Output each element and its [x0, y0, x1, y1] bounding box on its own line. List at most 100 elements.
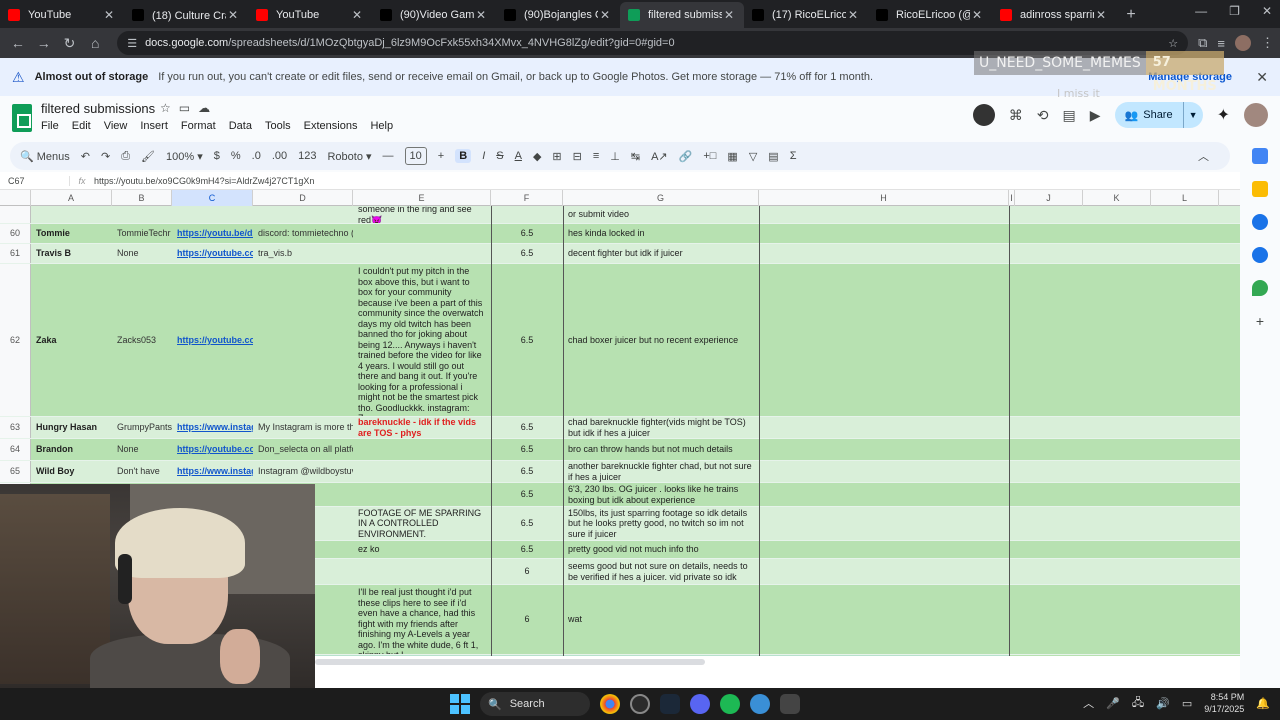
cell-link[interactable]: https://www.instag	[172, 461, 253, 482]
cell-pitch[interactable]	[353, 559, 491, 584]
cell-twitch[interactable]: Zacks053	[112, 264, 172, 416]
column-header-j[interactable]: J	[1015, 190, 1083, 206]
decrease-decimal-button[interactable]: .0	[252, 150, 261, 162]
cell-link[interactable]: https://www.instag	[172, 417, 253, 438]
cell-score[interactable]: 6.5	[491, 224, 563, 243]
menu-tools[interactable]: Tools	[265, 120, 291, 132]
font-size-decrease-icon[interactable]: —	[383, 150, 394, 162]
cell-score[interactable]: 6.5	[491, 244, 563, 263]
add-addon-icon[interactable]: +	[1256, 313, 1264, 329]
merge-cells-icon[interactable]: ⊟	[573, 150, 582, 163]
cell-twitch[interactable]	[112, 206, 172, 223]
column-header-b[interactable]: B	[112, 190, 172, 206]
cell-contact[interactable]: Don_selecta on all platform	[253, 439, 353, 460]
cell-contact[interactable]: My Instagram is more than	[253, 417, 353, 438]
cell-name[interactable]: Brandon	[31, 439, 112, 460]
browser-tab[interactable]: (18) Culture Crave 🧃✕	[124, 2, 248, 28]
cell-link[interactable]: https://youtube.co	[172, 264, 253, 416]
row-header[interactable]: 64	[0, 439, 31, 460]
microphone-icon[interactable]: 🎤	[1106, 697, 1120, 710]
cell-pitch[interactable]: FOOTAGE OF ME SPARRING IN A CONTROLLED E…	[353, 507, 491, 540]
clock[interactable]: 8:54 PM 9/17/2025	[1204, 691, 1244, 715]
browser-tab[interactable]: (90)Bojangles Custon✕	[496, 2, 620, 28]
column-header-l[interactable]: L	[1151, 190, 1219, 206]
font-size-input[interactable]: 10	[404, 147, 427, 165]
cell-name[interactable]: Travis B	[31, 244, 112, 263]
vertical-align-icon[interactable]: ⊥	[610, 150, 620, 163]
table-row[interactable]: someone in the ring and see red😈 or submi…	[0, 206, 1240, 224]
cell-score[interactable]: 6.5	[491, 417, 563, 438]
gemini-icon[interactable]: ✦	[1217, 105, 1230, 125]
cell-notes[interactable]: pretty good vid not much info tho	[563, 541, 759, 558]
menu-edit[interactable]: Edit	[72, 120, 91, 132]
cell-pitch[interactable]	[353, 224, 491, 243]
table-row[interactable]: 65 Wild Boy Don't have https://www.instag In…	[0, 461, 1240, 483]
maps-icon[interactable]	[1252, 280, 1268, 296]
menu-view[interactable]: View	[104, 120, 128, 132]
collaborator-avatar[interactable]	[972, 104, 995, 126]
print-icon[interactable]: ⎙	[121, 150, 130, 163]
browser-tab[interactable]: RicoELricoo (@Ricoo✕	[868, 2, 992, 28]
column-header-c[interactable]: C	[172, 190, 253, 206]
row-header[interactable]	[0, 206, 31, 223]
borders-icon[interactable]: ⊞	[552, 150, 561, 163]
contacts-icon[interactable]	[1252, 247, 1268, 263]
close-window-icon[interactable]: ✕	[1262, 4, 1272, 18]
currency-button[interactable]: $	[214, 150, 220, 162]
menu-insert[interactable]: Insert	[140, 120, 168, 132]
close-tab-icon[interactable]: ✕	[1094, 8, 1108, 22]
row-header[interactable]: 65	[0, 461, 31, 482]
cell-link[interactable]	[172, 206, 253, 223]
home-icon[interactable]: ⌂	[83, 31, 107, 55]
cell-link[interactable]: https://youtube.co	[172, 244, 253, 263]
cell-twitch[interactable]: Don't have	[112, 461, 172, 482]
volume-icon[interactable]: 🔊	[1156, 697, 1170, 710]
minimize-icon[interactable]: —	[1195, 4, 1207, 18]
cell-notes[interactable]: or submit video	[563, 206, 759, 223]
table-row[interactable]: 60 Tommie TommieTechr https://youtu.be/dx di…	[0, 224, 1240, 244]
font-select[interactable]: Roboto ▾	[327, 150, 371, 163]
strikethrough-button[interactable]: S	[496, 150, 503, 162]
cell-link[interactable]: https://youtu.be/dx	[172, 224, 253, 243]
chat-icon[interactable]: ⌘	[1009, 107, 1023, 124]
share-button[interactable]: 👥 Share ▼	[1114, 102, 1203, 128]
redo-icon[interactable]: ↷	[101, 150, 110, 163]
star-icon[interactable]: ☆	[160, 101, 171, 115]
sheets-logo[interactable]	[12, 104, 32, 132]
menu-file[interactable]: File	[41, 120, 59, 132]
cell-score[interactable]: 6.5	[491, 541, 563, 558]
cell-notes[interactable]: chad bareknuckle fighter(vids might be T…	[563, 417, 759, 438]
row-header[interactable]: 61	[0, 244, 31, 263]
functions-button[interactable]: Σ	[790, 150, 797, 162]
battery-icon[interactable]: ▭	[1182, 697, 1192, 710]
cell-name[interactable]	[31, 206, 112, 223]
cell-twitch[interactable]: TommieTechr	[112, 224, 172, 243]
column-header-g[interactable]: G	[563, 190, 759, 206]
row-header[interactable]: 63	[0, 417, 31, 438]
taskbar-search[interactable]: 🔍 Search	[480, 692, 590, 716]
extensions-icon[interactable]: ⧉	[1198, 35, 1207, 51]
close-tab-icon[interactable]: ✕	[350, 8, 364, 22]
cell-contact[interactable]	[253, 206, 353, 223]
cell-pitch[interactable]: I'll be real just thought i'd put these …	[353, 585, 491, 654]
browser-tab[interactable]: YouTube ✕	[248, 2, 372, 28]
formula-input[interactable]: https://youtu.be/xo9CG0k9mH4?si=AldrZw4j…	[94, 176, 314, 186]
back-icon[interactable]: ←	[6, 31, 30, 55]
browser-tab[interactable]: (90)Video Gamw Mis✕	[372, 2, 496, 28]
cell-notes[interactable]: wat	[563, 585, 759, 654]
cell-pitch[interactable]	[353, 244, 491, 263]
font-size-increase-icon[interactable]: +	[438, 150, 444, 162]
cell-contact[interactable]: discord: tommietechno (be	[253, 224, 353, 243]
insert-link-icon[interactable]: 🔗	[679, 150, 693, 163]
reload-icon[interactable]: ↻	[58, 31, 82, 55]
cloud-status-icon[interactable]: ☁	[198, 101, 210, 115]
chrome-icon[interactable]	[600, 694, 620, 714]
cell-contact[interactable]: Instagram @wildboystuve	[253, 461, 353, 482]
table-row[interactable]: 64 Brandon None https://youtube.co Don_selec…	[0, 439, 1240, 461]
calendar-icon[interactable]	[1252, 148, 1268, 164]
menu-format[interactable]: Format	[181, 120, 216, 132]
column-header-d[interactable]: D	[253, 190, 353, 206]
new-tab-button[interactable]: +	[1116, 2, 1146, 28]
text-rotation-icon[interactable]: A↗	[651, 150, 668, 163]
more-menu-icon[interactable]: ⋮	[1261, 35, 1274, 51]
